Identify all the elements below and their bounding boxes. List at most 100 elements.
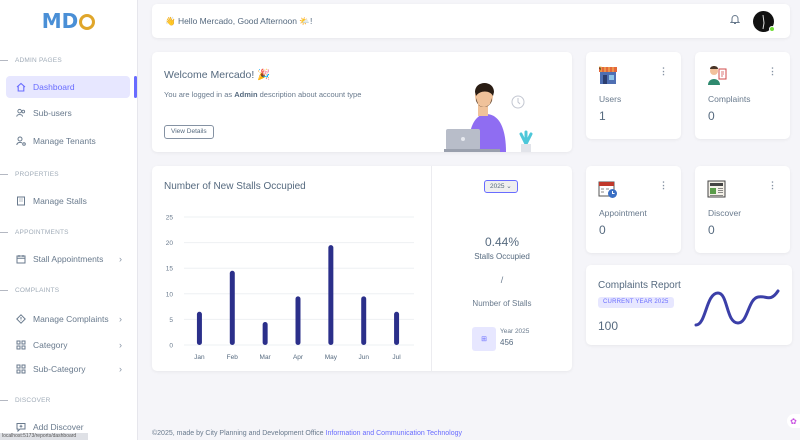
year-stall-count: 456 xyxy=(500,338,514,347)
active-indicator xyxy=(134,76,137,98)
newspaper-icon xyxy=(707,180,726,198)
bell-icon[interactable] xyxy=(729,14,741,28)
sidebar-item-manage-complaints[interactable]: Manage Complaints › xyxy=(6,308,130,330)
stat-value: 0 xyxy=(708,223,715,237)
sidebar: MD ADMIN PAGES Dashboard Sub-users Manag… xyxy=(0,0,138,440)
year-grid-icon: ⊞ xyxy=(472,327,496,351)
building-icon xyxy=(16,196,26,206)
greeting-text: 👋 Hello Mercado, Good Afternoon 🌤️! xyxy=(165,15,313,26)
occupied-label: Stalls Occupied xyxy=(474,252,530,261)
footer: ©2025, made by City Planning and Develop… xyxy=(152,430,462,437)
welcome-card: Welcome Mercado! 🎉 You are logged in as … xyxy=(152,52,572,152)
alert-diamond-icon xyxy=(16,314,26,324)
more-options-icon[interactable]: ⋮ xyxy=(659,66,668,77)
top-navbar: 👋 Hello Mercado, Good Afternoon 🌤️! xyxy=(152,4,790,38)
man-with-laptop-illustration xyxy=(444,83,533,152)
appointment-stat-card[interactable]: ⋮ Appointment 0 xyxy=(586,166,681,253)
sidebar-item-label: Manage Tenants xyxy=(33,136,96,146)
sidebar-item-label: Add Discover xyxy=(33,422,84,432)
welcome-description: You are logged in as Admin description a… xyxy=(164,90,362,99)
current-year-badge: CURRENT YEAR 2025 xyxy=(598,297,674,308)
y-tick-label: 20 xyxy=(166,240,174,247)
x-tick-label: Jan xyxy=(194,354,205,361)
x-tick-label: May xyxy=(325,354,338,361)
sidebar-item-label: Sub-users xyxy=(33,108,72,118)
more-options-icon[interactable]: ⋮ xyxy=(768,66,777,77)
browser-status-url: localhost:5173/reports/dashboard xyxy=(0,433,88,440)
bar-jul[interactable] xyxy=(394,311,400,345)
more-options-icon[interactable]: ⋮ xyxy=(659,180,668,191)
chevron-right-icon: › xyxy=(119,340,122,350)
section-discover: DISCOVER xyxy=(0,394,138,406)
x-tick-label: Jun xyxy=(358,354,369,361)
stat-value: 0 xyxy=(599,223,606,237)
calendar-clock-icon xyxy=(598,181,617,198)
x-tick-label: Apr xyxy=(293,354,304,361)
section-properties: PROPERTIES xyxy=(0,168,138,180)
stat-value: 0 xyxy=(708,109,715,123)
x-tick-label: Feb xyxy=(227,354,239,361)
complaints-report-card: Complaints Report CURRENT YEAR 2025 100 xyxy=(586,265,792,345)
complaint-person-icon xyxy=(708,66,727,85)
year-select-button[interactable]: 2025 ⌄ xyxy=(484,180,518,193)
section-complaints: COMPLAINTS xyxy=(0,284,138,296)
sidebar-item-sub-category[interactable]: Sub-Category › xyxy=(6,358,130,380)
sidebar-item-label: Category xyxy=(33,340,68,350)
sidebar-item-label: Manage Complaints xyxy=(33,314,109,324)
report-value: 100 xyxy=(598,319,619,333)
y-tick-label: 25 xyxy=(166,215,174,222)
sidebar-item-category[interactable]: Category › xyxy=(6,334,130,356)
bar-feb[interactable] xyxy=(229,270,235,345)
y-tick-label: 0 xyxy=(169,343,173,350)
x-tick-label: Jul xyxy=(392,354,401,361)
grid-icon xyxy=(16,364,26,374)
store-icon xyxy=(599,66,617,84)
section-admin-pages: ADMIN PAGES xyxy=(0,54,138,66)
bar-apr[interactable] xyxy=(295,296,301,345)
mdc-logo[interactable]: MD xyxy=(0,0,137,42)
user-cog-icon xyxy=(16,136,26,146)
stalls-chart-card: Number of New Stalls Occupied 0 5 10 15 20 25… xyxy=(152,166,572,371)
stat-label: Users xyxy=(599,94,622,104)
users-icon xyxy=(16,108,26,118)
home-icon xyxy=(16,82,26,92)
brain-icon[interactable]: ✿ xyxy=(787,414,800,428)
sidebar-item-sub-users[interactable]: Sub-users xyxy=(6,102,130,124)
ratio-slash: / xyxy=(500,275,504,285)
bar-jun[interactable] xyxy=(361,296,367,345)
sidebar-item-manage-tenants[interactable]: Manage Tenants xyxy=(6,130,130,152)
more-options-icon[interactable]: ⋮ xyxy=(768,180,777,191)
sidebar-item-manage-stalls[interactable]: Manage Stalls xyxy=(6,190,130,212)
number-of-stalls-label: Number of Stalls xyxy=(472,299,532,308)
sidebar-item-stall-appointments[interactable]: Stall Appointments › xyxy=(6,248,130,270)
sidebar-item-label: Stall Appointments xyxy=(33,254,104,264)
avatar[interactable] xyxy=(753,11,775,32)
bar-mar[interactable] xyxy=(262,321,268,345)
bar-jan[interactable] xyxy=(196,311,202,345)
footer-link[interactable]: Information and Communication Technology xyxy=(326,430,462,437)
stat-label: Appointment xyxy=(599,208,647,218)
role-text: Admin xyxy=(234,90,258,99)
message-plus-icon xyxy=(16,422,26,432)
view-details-button[interactable]: View Details xyxy=(164,125,214,139)
users-stat-card[interactable]: ⋮ Users 1 xyxy=(586,52,681,139)
stat-label: Discover xyxy=(708,208,742,218)
sidebar-item-dashboard[interactable]: Dashboard xyxy=(6,76,130,98)
complaints-stat-card[interactable]: ⋮ Complaints 0 xyxy=(695,52,790,139)
welcome-title: Welcome Mercado! 🎉 xyxy=(164,69,271,81)
bar-may[interactable] xyxy=(328,245,334,345)
stat-value: 1 xyxy=(599,109,606,123)
year-text: Year 2025 xyxy=(500,328,530,335)
sidebar-item-label: Sub-Category xyxy=(33,364,86,374)
stalls-bar-chart: 0 5 10 15 20 25 Jan Feb Mar Apr May Jun Jul xyxy=(166,215,414,361)
sidebar-item-label: Dashboard xyxy=(33,82,75,92)
discover-stat-card[interactable]: ⋮ Discover 0 xyxy=(695,166,790,253)
chevron-right-icon: › xyxy=(119,314,122,324)
report-sparkline xyxy=(694,289,780,327)
vertical-divider xyxy=(431,166,432,371)
y-tick-label: 15 xyxy=(166,266,174,273)
calendar-icon xyxy=(16,254,26,264)
occupied-percent: 0.44% xyxy=(484,235,520,249)
y-tick-label: 10 xyxy=(166,291,174,298)
grid-icon xyxy=(16,340,26,350)
